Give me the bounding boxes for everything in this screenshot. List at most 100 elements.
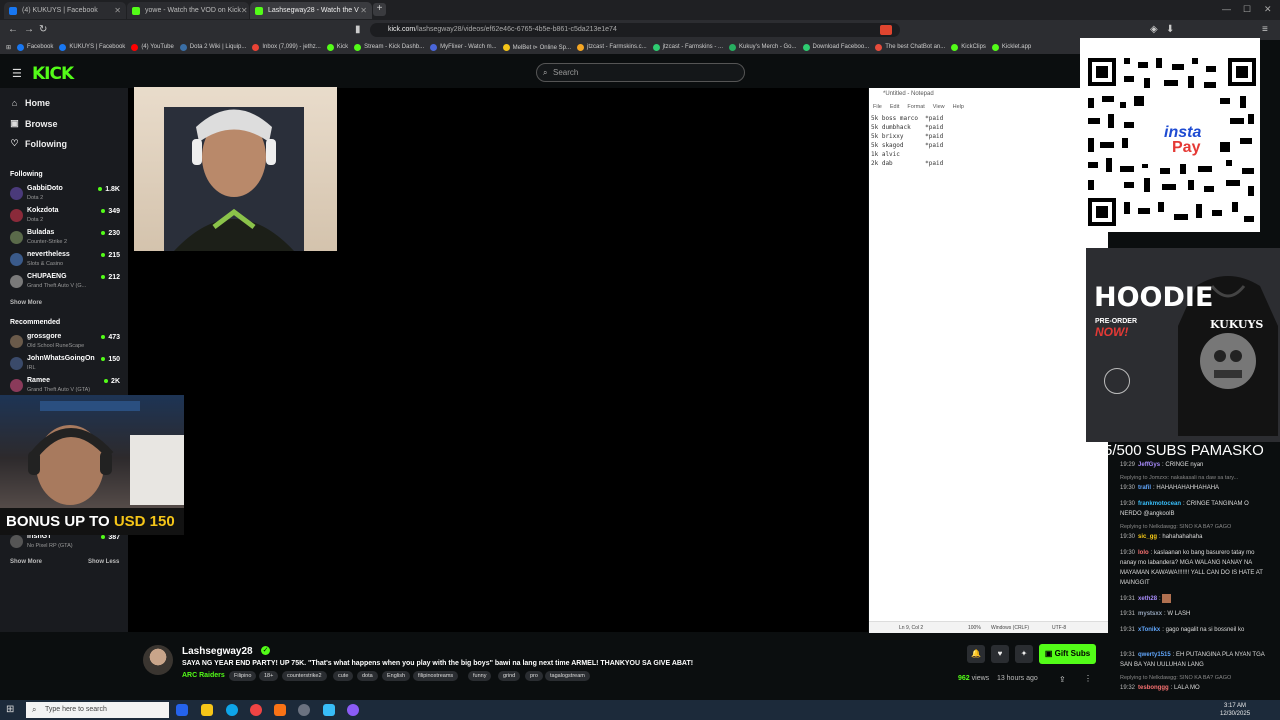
chat-username[interactable]: trafil	[1138, 485, 1151, 491]
tag-chip[interactable]: cute	[333, 671, 354, 681]
show-more-button[interactable]: Show More	[10, 559, 42, 565]
menu-edit[interactable]: Edit	[890, 104, 899, 110]
stream-category[interactable]: ARC Raiders	[182, 672, 225, 679]
bookmark-item[interactable]: Facebook	[17, 43, 53, 51]
kick-logo[interactable]: KICK	[32, 64, 74, 84]
bookmark-item[interactable]: MyFlixer - Watch m...	[430, 43, 497, 51]
bookmark-item[interactable]: Kick	[326, 43, 348, 51]
more-options-icon[interactable]: ⋮	[1084, 674, 1092, 683]
channel-item[interactable]: CHUPAENG Grand Theft Auto V (G... 212	[10, 272, 122, 292]
apps-icon[interactable]: ⊞	[6, 44, 11, 51]
menu-view[interactable]: View	[933, 104, 945, 110]
show-less-button[interactable]: Show Less	[88, 559, 119, 565]
tag-chip[interactable]: pro	[525, 671, 543, 681]
chat-username[interactable]: tesbonggg	[1138, 685, 1169, 691]
bookmark-item[interactable]: Dota 2 Wiki | Liquip...	[179, 43, 246, 51]
channel-item[interactable]: JohnWhatsGoingOn IRL 150	[10, 354, 122, 374]
bookmark-item[interactable]: MelBet ⊳ Online Sp...	[502, 43, 571, 51]
taskbar-search-input[interactable]: ⌕ Type here to search	[26, 702, 169, 718]
notification-bell-button[interactable]: 🔔	[967, 645, 985, 663]
bookmark-item[interactable]: Kukuy's Merch - Go...	[729, 43, 797, 51]
channel-avatar[interactable]	[143, 645, 173, 675]
menu-file[interactable]: File	[873, 104, 882, 110]
channel-item[interactable]: nevertheless Slots & Casino 215	[10, 250, 122, 270]
back-icon[interactable]: ←	[8, 24, 18, 35]
edge-icon[interactable]	[226, 704, 238, 716]
bookmark-item[interactable]: KickClips	[951, 43, 986, 51]
chrome-icon[interactable]	[250, 704, 262, 716]
tag-chip[interactable]: Filipino	[229, 671, 257, 681]
menu-help[interactable]: Help	[953, 104, 964, 110]
tag-chip[interactable]: filipinostreams	[413, 671, 459, 681]
close-icon[interactable]: ✕	[114, 6, 121, 15]
menu-icon[interactable]: ≡	[1262, 24, 1268, 35]
chat-username[interactable]: sic_gg	[1138, 534, 1157, 540]
chat-username[interactable]: lolo	[1138, 550, 1149, 556]
channel-name[interactable]: Lashsegway28	[182, 646, 253, 657]
bookmark-item[interactable]: (4) YouTube	[131, 43, 174, 51]
close-icon[interactable]: ✕	[241, 6, 248, 15]
menu-format[interactable]: Format	[907, 104, 924, 110]
brave-shield-icon[interactable]	[880, 25, 892, 35]
sidebar-item-browse[interactable]: ▣ Browse	[10, 118, 57, 129]
extension-icon[interactable]: ◈	[1150, 24, 1158, 35]
follow-heart-button[interactable]: ♥	[991, 645, 1009, 663]
tag-chip[interactable]: English	[382, 671, 411, 681]
channel-item[interactable]: Kokzdota Dota 2 349	[10, 206, 122, 226]
bookmark-item[interactable]: Stream - Kick Dashb...	[354, 43, 424, 51]
forward-icon[interactable]: →	[24, 24, 34, 35]
chat-username[interactable]: xTonikx	[1138, 627, 1160, 633]
channel-item[interactable]: grossgore Old School RuneScape 473	[10, 332, 122, 352]
new-tab-button[interactable]: +	[373, 3, 386, 16]
sidebar-item-home[interactable]: ⌂ Home	[10, 98, 50, 108]
browser-tab-active[interactable]: Lashsegway28 - Watch the V ✕	[250, 2, 372, 19]
boost-button[interactable]: ✦	[1015, 645, 1033, 663]
tag-chip[interactable]: funny	[468, 671, 492, 681]
channel-item[interactable]: irishGT No Pixel RP (GTA) 387	[10, 532, 122, 552]
bookmark-item[interactable]: Download Faceboo...	[802, 43, 869, 51]
close-window-icon[interactable]: ✕	[1264, 4, 1272, 15]
browser-tab[interactable]: (4) KUKUYS | Facebook ✕	[4, 2, 126, 19]
notepad-window[interactable]: *Untitled - Notepad File Edit Format Vie…	[869, 88, 1108, 633]
tag-chip[interactable]: tagalogstream	[545, 671, 590, 681]
show-more-button[interactable]: Show More	[10, 300, 42, 306]
download-icon[interactable]: ⬇	[1166, 24, 1174, 35]
sidebar-item-following[interactable]: ♡ Following	[10, 138, 67, 149]
reload-icon[interactable]: ↻	[39, 24, 47, 35]
url-input[interactable]: kick.com/lashsegway28/videos/ef62e46c-67…	[370, 23, 900, 37]
chat-username[interactable]: JeffGys	[1138, 462, 1160, 468]
gift-subs-button[interactable]: ▣ Gift Subs	[1039, 644, 1096, 664]
bookmark-item[interactable]: Kicklet.app	[991, 43, 1031, 51]
bookmark-item[interactable]: jtzcast - Farmskins - ...	[652, 43, 723, 51]
channel-item[interactable]: GabbiDoto Dota 2 1.8K	[10, 184, 122, 204]
app-icon[interactable]	[347, 704, 359, 716]
tag-chip[interactable]: dota	[357, 671, 378, 681]
bookmark-item[interactable]: Inbox (7,099) - jethz...	[252, 43, 321, 51]
brave-icon[interactable]	[274, 704, 286, 716]
chat-username[interactable]: qwerty1515	[1138, 652, 1171, 658]
notepad-text-area[interactable]: 5k boss marco *paid 5k dumbhack *paid 5k b…	[871, 114, 943, 168]
notepad-taskbar-icon[interactable]	[323, 704, 335, 716]
browser-tab[interactable]: yowe - Watch the VOD on Kick ✕	[127, 2, 249, 19]
channel-item[interactable]: Buladas Counter-Strike 2 230	[10, 228, 122, 248]
bookmark-item[interactable]: The best ChatBot an...	[875, 43, 945, 51]
channel-item[interactable]: Ramee Grand Theft Auto V (GTA) 2K	[10, 376, 122, 396]
bookmark-icon[interactable]: ▮	[355, 24, 361, 35]
chat-username[interactable]: frankmotocean	[1138, 501, 1181, 507]
minimize-icon[interactable]: —	[1222, 4, 1231, 14]
system-clock[interactable]: 3:17 AM 12/30/2025	[1220, 702, 1250, 718]
chat-username[interactable]: xeth28	[1138, 596, 1157, 602]
tag-chip[interactable]: grind	[498, 671, 521, 681]
search-input[interactable]: ⌕ Search	[536, 63, 745, 82]
maximize-icon[interactable]: ☐	[1243, 4, 1251, 15]
obs-icon[interactable]	[298, 704, 310, 716]
share-icon[interactable]: ⇪	[1059, 675, 1066, 684]
windows-start-icon[interactable]: ⊞	[6, 704, 14, 715]
tag-chip[interactable]: 18+	[259, 671, 279, 681]
tag-chip[interactable]: counterstrike2	[282, 671, 327, 681]
file-explorer-icon[interactable]	[201, 704, 213, 716]
close-icon[interactable]: ✕	[360, 6, 367, 15]
copilot-icon[interactable]	[176, 704, 188, 716]
bookmark-item[interactable]: KUKUYS | Facebook	[59, 43, 125, 51]
hamburger-menu-icon[interactable]: ☰	[12, 67, 22, 80]
